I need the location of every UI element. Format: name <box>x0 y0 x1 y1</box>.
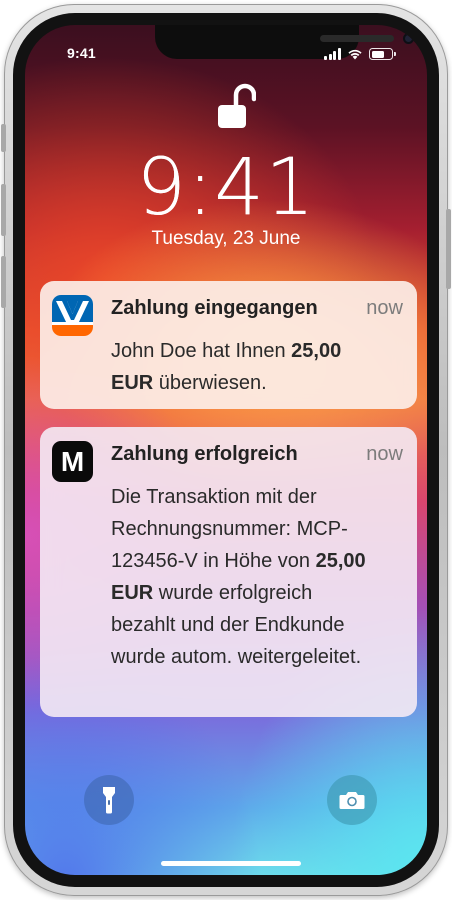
flashlight-button[interactable] <box>84 775 134 825</box>
status-time: 9:41 <box>67 45 96 61</box>
notification-title: Zahlung eingegangen <box>111 297 318 319</box>
flashlight-icon <box>103 787 115 814</box>
speaker <box>320 35 394 42</box>
camera-icon <box>339 792 365 809</box>
battery-icon <box>369 48 396 60</box>
signal-icon <box>324 48 341 60</box>
body-text: Die Transaktion mit der Rechnungsnummer:… <box>111 486 348 572</box>
lock-screen: 9:41 9:41 Tuesday, 23 June Zahlung einge… <box>25 25 427 875</box>
body-text: John Doe hat Ihnen <box>111 340 286 362</box>
unlocked-padlock-icon <box>218 83 256 128</box>
notification-payment-success[interactable]: M Zahlung erfolgreich now Die Transaktio… <box>40 427 417 717</box>
notification-body: Die Transaktion mit der Rechnungsnummer:… <box>111 481 376 673</box>
m-logo-icon: M <box>52 441 93 482</box>
camera-button[interactable] <box>327 775 377 825</box>
phone-frame: 9:41 9:41 Tuesday, 23 June Zahlung einge… <box>1 4 451 896</box>
volksbank-logo-icon <box>52 295 93 336</box>
lock-date: Tuesday, 23 June <box>151 228 301 249</box>
notification-body: John Doe hat Ihnen 25,00 EUR überwiesen. <box>111 335 381 399</box>
wifi-icon <box>348 49 362 60</box>
home-indicator[interactable] <box>161 861 301 866</box>
notification-title: Zahlung erfolgreich <box>111 443 298 465</box>
volume-down-button <box>1 256 6 308</box>
notification-payment-received[interactable]: Zahlung eingegangen now John Doe hat Ihn… <box>40 281 417 409</box>
m-logo-letter: M <box>60 445 85 477</box>
lock-clock: 9:41 <box>136 143 316 233</box>
volume-up-button <box>1 184 6 236</box>
notification-time: now <box>366 443 403 465</box>
silent-switch <box>1 124 6 152</box>
front-camera <box>403 33 414 44</box>
notification-time: now <box>366 297 403 319</box>
status-icons <box>324 47 396 61</box>
body-text: überwiesen. <box>158 372 267 394</box>
power-button <box>446 209 451 289</box>
